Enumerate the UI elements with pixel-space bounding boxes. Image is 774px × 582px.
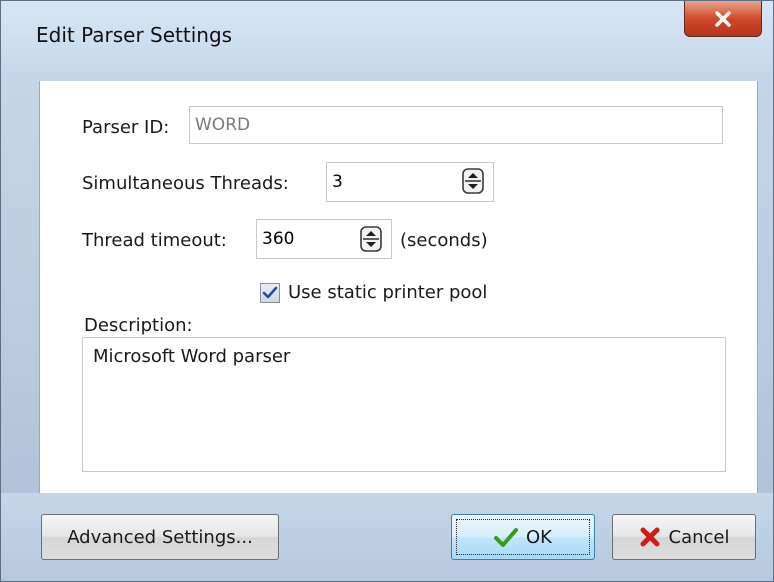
title-bar: Edit Parser Settings (1, 1, 773, 81)
checkmark-icon (262, 286, 278, 299)
parser-id-field[interactable]: WORD (189, 106, 723, 144)
timeout-value: 360 (262, 229, 295, 249)
threads-value: 3 (332, 172, 343, 192)
cancel-label: Cancel (668, 526, 730, 548)
ok-label: OK (526, 526, 552, 548)
ok-button[interactable]: OK (451, 514, 595, 560)
timeout-spin-icon[interactable] (360, 226, 382, 252)
red-x-icon (640, 527, 659, 547)
cancel-button[interactable]: Cancel (612, 514, 756, 560)
window-title: Edit Parser Settings (36, 23, 233, 47)
printer-pool-checkbox[interactable] (260, 283, 280, 303)
threads-label: Simultaneous Threads: (82, 173, 289, 194)
timeout-unit-label: (seconds) (400, 230, 488, 251)
checkmark-icon (494, 528, 518, 547)
threads-spin-icon[interactable] (462, 168, 484, 194)
button-bar: Advanced Settings... OK Cancel (1, 493, 773, 581)
dialog-content: Parser ID: WORD Simultaneous Threads: 3 … (39, 81, 758, 493)
description-label: Description: (84, 315, 193, 336)
close-button[interactable] (684, 1, 762, 37)
timeout-label: Thread timeout: (82, 230, 227, 251)
parser-id-value: WORD (195, 115, 251, 135)
description-textarea[interactable]: Microsoft Word parser (82, 337, 726, 472)
description-value: Microsoft Word parser (93, 346, 291, 367)
advanced-settings-button[interactable]: Advanced Settings... (41, 514, 279, 560)
advanced-settings-label: Advanced Settings... (67, 526, 253, 548)
dialog-window: Edit Parser Settings Parser ID: WORD Sim… (0, 0, 774, 582)
focus-ring (456, 519, 590, 555)
close-icon (715, 10, 731, 27)
printer-pool-label: Use static printer pool (288, 282, 488, 303)
parser-id-label: Parser ID: (82, 117, 170, 138)
